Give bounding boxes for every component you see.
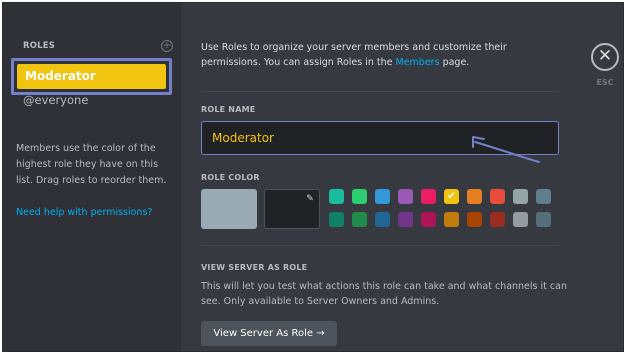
view-server-as-role-button[interactable]: View Server As Role → [201,321,337,346]
color-swatch[interactable] [421,212,436,227]
divider [201,245,559,246]
roles-sidebar: ROLES + Moderator @everyone Members use … [3,3,181,351]
color-swatch[interactable] [490,212,505,227]
color-swatch[interactable] [444,212,459,227]
color-swatch[interactable] [421,189,436,204]
color-swatch[interactable] [467,189,482,204]
view-server-label: VIEW SERVER AS ROLE [201,263,308,272]
color-swatch[interactable] [444,189,459,204]
roles-header: ROLES + [23,40,173,55]
close-icon[interactable]: ✕ [591,43,619,71]
color-swatch[interactable] [398,212,413,227]
view-server-description: This will let you test what actions this… [201,281,567,307]
roles-intro: Use Roles to organize your server member… [201,40,566,70]
color-swatch[interactable] [352,189,367,204]
color-swatch[interactable] [467,212,482,227]
role-item-label: Moderator [17,64,166,89]
esc-label: ESC [596,78,614,87]
default-color-swatch[interactable] [201,189,257,229]
color-swatch[interactable] [513,212,528,227]
members-link[interactable]: Members [396,57,440,68]
eyedropper-icon: ✎ [306,194,314,204]
custom-color-picker[interactable]: ✎ [264,189,320,229]
add-role-icon[interactable]: + [161,40,173,52]
server-settings-window: ROLES + Moderator @everyone Members use … [2,2,624,352]
role-name-label: ROLE NAME [201,105,256,114]
color-swatch[interactable] [490,189,505,204]
color-swatch[interactable] [375,212,390,227]
roles-help-text: Members use the color of the highest rol… [16,143,167,186]
role-item-moderator[interactable]: Moderator [11,58,172,95]
role-item-everyone[interactable]: @everyone [23,93,88,107]
role-color-label: ROLE COLOR [201,173,260,182]
color-swatch[interactable] [513,189,528,204]
color-swatch[interactable] [329,189,344,204]
permissions-help-link[interactable]: Need help with permissions? [16,207,152,218]
role-settings-panel: Use Roles to organize your server member… [181,3,623,351]
color-swatch[interactable] [375,189,390,204]
intro-text-end: page. [439,57,470,68]
color-swatch[interactable] [352,212,367,227]
divider [201,91,559,92]
color-swatch[interactable] [536,212,551,227]
color-swatch[interactable] [536,189,551,204]
color-swatch[interactable] [398,189,413,204]
color-swatch[interactable] [329,212,344,227]
roles-title: ROLES [23,41,56,51]
color-swatch-grid [329,189,559,229]
annotation-arrow [472,136,540,163]
